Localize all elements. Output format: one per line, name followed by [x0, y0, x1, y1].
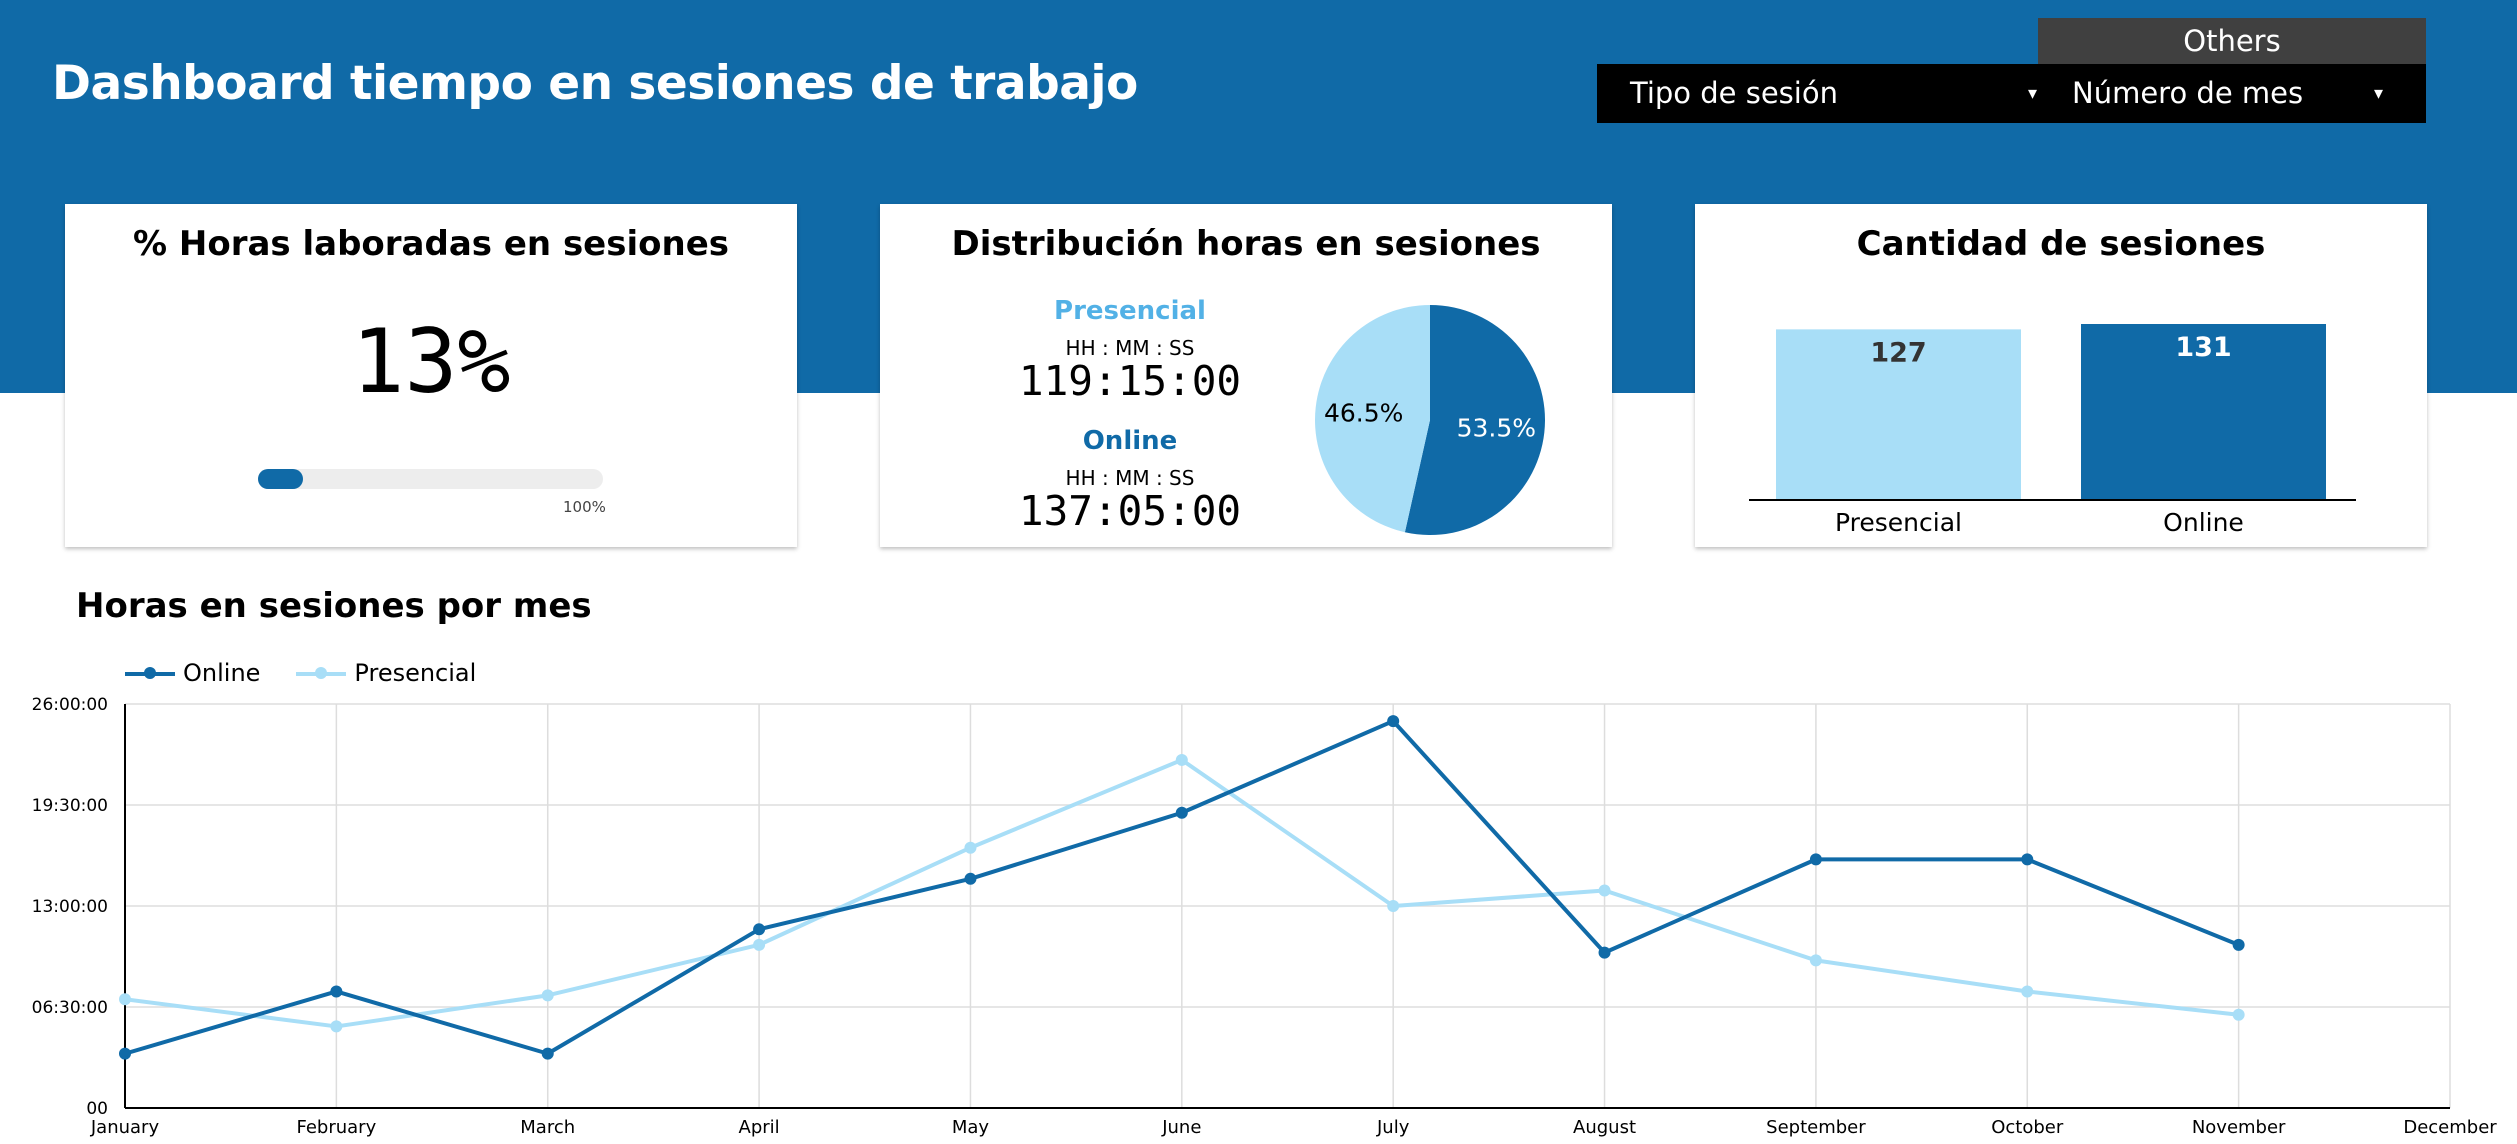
legend-swatch-presencial	[296, 666, 347, 680]
x-tick-label: January	[90, 1117, 160, 1138]
chevron-down-icon: ▾	[2374, 83, 2384, 104]
progress-max-label: 100%	[563, 498, 606, 516]
series-point-online	[1175, 806, 1188, 819]
progress-fill	[258, 469, 303, 489]
bar-category-online: Online	[2163, 508, 2244, 537]
series-point-presencial	[1809, 954, 1822, 967]
bar-category-presencial: Presencial	[1835, 508, 1962, 537]
series-point-presencial	[1175, 753, 1188, 766]
series-point-online	[1598, 946, 1611, 959]
monthly-line-chart: 00 06:30:00 13:00:00 19:30:00 26:00:00 Januar…	[32, 695, 2498, 1138]
series-point-presencial	[2232, 1008, 2245, 1021]
series-point-online	[119, 1047, 131, 1060]
series-point-online	[2232, 938, 2245, 951]
x-tick-label: May	[952, 1117, 990, 1138]
series-point-presencial	[1598, 884, 1611, 897]
x-tick-label: April	[739, 1117, 780, 1138]
series-point-online	[330, 985, 343, 998]
legend-label-online: Online	[183, 659, 261, 687]
bar-value-online: 131	[2175, 332, 2231, 363]
month-filter[interactable]: Número de mes ▾	[2072, 64, 2426, 123]
presencial-time: 119:15:00	[1018, 357, 1242, 405]
series-point-online	[753, 923, 766, 936]
series-point-online	[541, 1047, 554, 1060]
series-point-online	[964, 872, 977, 885]
series-point-presencial	[119, 993, 131, 1006]
series-point-presencial	[1387, 900, 1400, 912]
y-tick-label: 19:30:00	[32, 796, 108, 816]
series-point-presencial	[541, 989, 554, 1002]
bar-chart: 127 Presencial 131 Online	[1749, 324, 2356, 537]
filter-bar: Tipo de sesión ▾ Número de mes ▾	[1597, 64, 2426, 123]
distribution-card: Distribución horas en sesiones Presencia…	[880, 204, 1612, 547]
others-tab[interactable]: Others	[2038, 18, 2426, 65]
pie-label-presencial: 46.5%	[1324, 399, 1403, 428]
y-tick-label: 13:00:00	[32, 897, 108, 917]
distribution-title: Distribución horas en sesiones	[951, 224, 1541, 264]
kpi-value: 13%	[351, 310, 511, 413]
online-label: Online	[1082, 426, 1178, 456]
chevron-down-icon: ▾	[2028, 83, 2038, 104]
legend-label-presencial: Presencial	[354, 659, 477, 687]
kpi-title: % Horas laboradas en sesiones	[132, 224, 729, 264]
progress-track	[258, 469, 603, 489]
y-tick-label: 06:30:00	[32, 998, 108, 1018]
online-time: 137:05:00	[1018, 487, 1242, 535]
monthly-title: Horas en sesiones por mes	[76, 586, 592, 626]
x-tick-label: June	[1161, 1117, 1201, 1138]
legend-swatch-online	[125, 666, 175, 680]
kpi-card: % Horas laboradas en sesiones 13% 100%	[65, 204, 797, 547]
x-tick-label: October	[1991, 1117, 2064, 1138]
series-point-presencial	[330, 1020, 343, 1033]
y-tick-label: 00	[86, 1099, 108, 1119]
series-point-online	[1809, 853, 1822, 866]
bar-value-presencial: 127	[1870, 337, 1926, 368]
x-tick-label: August	[1573, 1117, 1636, 1138]
pie-label-online: 53.5%	[1457, 413, 1536, 442]
x-tick-label: September	[1766, 1117, 1866, 1138]
presencial-label: Presencial	[1054, 296, 1206, 326]
series-point-presencial	[753, 938, 766, 951]
legend-item-presencial[interactable]: Presencial	[296, 659, 476, 687]
series-point-online	[1387, 715, 1400, 728]
legend-item-online[interactable]: Online	[125, 659, 260, 687]
session-type-filter[interactable]: Tipo de sesión ▾	[1630, 64, 2037, 123]
x-tick-label: December	[2403, 1117, 2497, 1138]
chart-legend: Online Presencial	[125, 655, 512, 691]
x-tick-label: March	[520, 1117, 575, 1138]
series-point-presencial	[964, 841, 977, 854]
x-tick-label: February	[296, 1117, 376, 1138]
y-tick-label: 26:00:00	[32, 695, 108, 715]
series-point-presencial	[2021, 985, 2034, 998]
x-tick-label: July	[1376, 1117, 1410, 1138]
session-type-filter-label: Tipo de sesión	[1630, 76, 1838, 110]
series-point-online	[2021, 853, 2034, 866]
page-title: Dashboard tiempo en sesiones de trabajo	[52, 56, 1138, 111]
pie-chart: 53.5% 46.5%	[1315, 305, 1545, 535]
sessions-card: Cantidad de sesiones 127 Presencial 131 Onl…	[1695, 204, 2427, 547]
month-filter-label: Número de mes	[2072, 76, 2304, 110]
x-tick-label: November	[2192, 1117, 2286, 1138]
